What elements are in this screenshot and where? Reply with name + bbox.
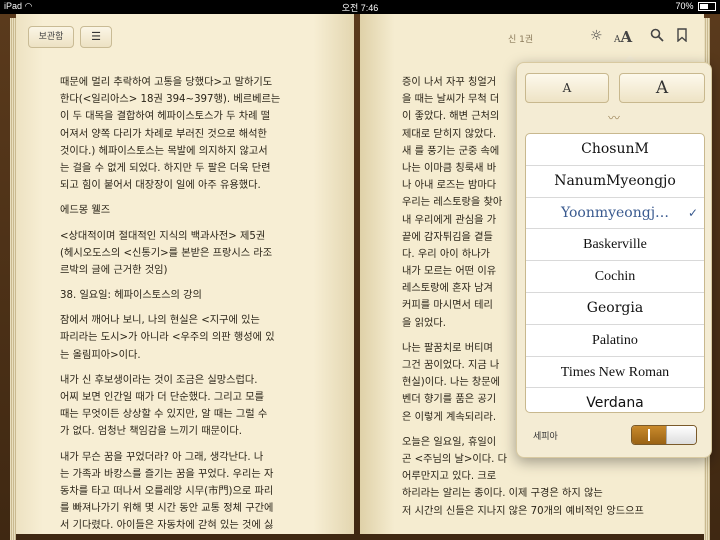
chapter-title: 신 1권 <box>508 35 534 45</box>
text-line: 르박의 글에 근거한 것임) <box>60 264 168 276</box>
decrease-font-size-button[interactable]: A <box>525 73 609 103</box>
text-line: 어루만지고 있다. 크로 <box>402 471 497 483</box>
text-line: 이 두 대목을 결합하여 헤파이스토스가 두 차례 떨 <box>60 111 271 123</box>
font-option-label: Yoonmyeongj… <box>560 204 670 221</box>
font-option-label: Times New Roman <box>560 364 670 380</box>
text-line: 한다(<일리아스> 18권 394~397행). 베르베르는 <box>60 94 281 106</box>
text-line: 저 시간의 신들은 지나지 않은 70개의 예비적인 앙드으프 <box>402 505 644 517</box>
text-line: 되고 힘이 붙어서 대장장이 일에 아주 유용했다. <box>60 180 261 192</box>
text-line: 때는 무엇이든 상상할 수 있지만, 알 때는 그럴 수 <box>60 409 268 421</box>
font-option-label: Palatino <box>592 332 638 348</box>
font-option-label: Baskerville <box>583 237 647 253</box>
text-line: 는 올림피아>이다. <box>60 349 141 361</box>
font-option[interactable]: ChosunM <box>526 134 704 166</box>
font-option[interactable]: Palatino <box>526 325 704 357</box>
font-option[interactable]: Cochin <box>526 261 704 293</box>
text-line: 어찌 보면 인간일 때가 더 단순했다. 그리고 모를 <box>60 392 264 403</box>
clock: 오전 7:46 <box>341 3 379 13</box>
font-option-label: ChosunM <box>581 141 649 157</box>
font-option-label: Georgia <box>586 299 644 316</box>
brightness-icon[interactable]: ☼ <box>590 28 603 44</box>
font-option[interactable]: Verdana <box>526 388 704 412</box>
battery-indicator: 70% <box>675 1 716 12</box>
text-line: 38. 일요일: 헤파이스토스의 강의 <box>60 290 202 302</box>
bookmark-icon[interactable] <box>677 28 687 46</box>
text-line: (헤시오도스의 <신통기>를 본받은 프랑시스 라조 <box>60 247 273 259</box>
font-option[interactable]: Georgia <box>526 293 704 325</box>
text-line: 잠에서 깨어나 보니, 나의 현실은 <지구에 있는 <box>60 315 260 327</box>
increase-font-size-button[interactable]: A <box>619 73 705 103</box>
text-line: 어져서 양쪽 다리가 차례로 부러진 것으로 해석한 <box>60 128 267 140</box>
text-line: 서 기다렸다. 아이들은 자동차에 갇혀 있는 것에 싫 <box>60 520 274 532</box>
text-line: 하리라는 알리는 종이다. 이제 구경은 하지 않는 <box>402 488 603 500</box>
font-option-label: Cochin <box>594 269 636 285</box>
text-line: 는 가족과 바캉스를 즐기는 꿈을 꾸었다. 우리는 자 <box>60 468 274 480</box>
ornament-divider: 〰 <box>607 111 620 125</box>
text-line: 파리라는 도시>가 아니라 <우주의 의판 행성에 있 <box>60 332 275 344</box>
library-button[interactable]: 보관함 <box>28 26 74 48</box>
font-option-label: NanumMyeongjo <box>554 172 676 189</box>
text-line: 가 없다. 엄청난 책임감을 느끼기 때문이다. <box>60 426 242 438</box>
font-option[interactable]: Baskerville <box>526 229 704 262</box>
sepia-toggle[interactable] <box>631 425 697 445</box>
checkmark-icon: ✓ <box>687 205 698 220</box>
sepia-label: 세피아 <box>533 432 558 442</box>
text-line: 동차를 타고 떠나서 오를레앙 시무(市門)으로 파리 <box>60 485 274 497</box>
text-line: 내가 신 후보생이라는 것이 조금은 실망스럽다. <box>60 374 258 386</box>
text-line: 는 걸을 수 없게 되었다. 하지만 두 팔은 더욱 단련 <box>60 162 271 174</box>
text-line: <상대적이며 절대적인 지식의 백과사전> 제5권 <box>60 230 266 242</box>
font-option-label: Verdana <box>586 395 644 412</box>
font-option[interactable]: Times New Roman <box>526 357 704 389</box>
text-line: 것이다.) 헤파이스토스는 목발에 의지하지 않고서 <box>60 145 268 157</box>
font-option[interactable]: NanumMyeongjo <box>526 166 704 198</box>
text-line: 때문에 멀리 추락하여 고통을 당했다>고 말하기도 <box>60 77 273 88</box>
font-size-icon[interactable]: AA <box>614 28 632 46</box>
font-option[interactable]: Yoonmyeongj… ✓ <box>526 198 704 230</box>
table-of-contents-button[interactable]: ☰ <box>80 26 112 48</box>
text-line: 를 빠져나가기 위해 몇 시간 동안 교통 정체 구간에 <box>60 503 274 515</box>
list-icon: ☰ <box>91 30 101 43</box>
search-icon[interactable] <box>650 28 664 46</box>
font-list: ChosunM NanumMyeongjo Yoonmyeongj… ✓ Baskerv… <box>525 133 705 413</box>
font-settings-popover: A A 〰 ChosunM NanumMyeongjo Yoonmyeongj… ✓ B… <box>516 62 712 458</box>
battery-icon <box>698 2 716 12</box>
text-line: 에드몽 웰즈 <box>60 205 111 217</box>
text-line: 내가 무슨 꿈을 꾸었더라? 아 그래, 생각난다. 나 <box>60 451 264 463</box>
status-bar: iPad ◠ 오전 7:46 70% <box>0 0 720 14</box>
left-page-text: 때문에 멀리 추락하여 고통을 당했다>고 말하기도한다(<일리아스> 18권 … <box>60 74 322 535</box>
